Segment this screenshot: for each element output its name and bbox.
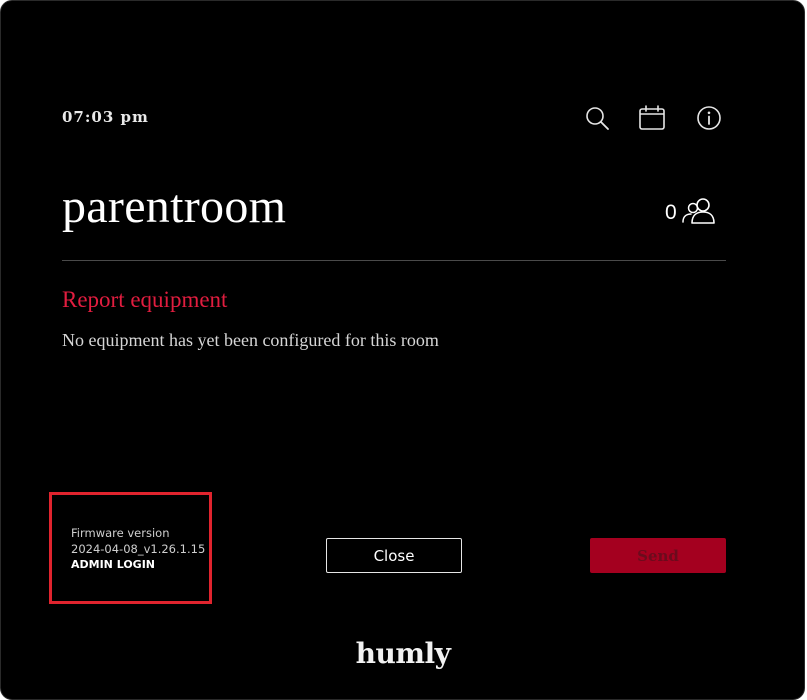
people-icon [681, 196, 717, 231]
occupancy-count: 0 [665, 201, 677, 224]
clock-time: 07:03 pm [62, 108, 149, 126]
room-name: parentroom [62, 180, 287, 233]
divider [62, 260, 726, 261]
admin-login-link[interactable]: ADMIN LOGIN [71, 557, 205, 573]
calendar-icon[interactable] [638, 104, 666, 132]
humly-logo: humly [355, 637, 451, 670]
firmware-version: 2024-04-08_v1.26.1.15 [71, 542, 206, 556]
firmware-label: Firmware version [71, 526, 170, 540]
firmware-info: Firmware version 2024-04-08_v1.26.1.15 A… [71, 525, 205, 573]
occupancy-indicator: 0 [665, 197, 717, 229]
send-button[interactable]: Send [590, 538, 726, 573]
search-icon[interactable] [583, 104, 611, 132]
close-button[interactable]: Close [326, 538, 462, 573]
info-icon[interactable] [695, 104, 723, 132]
room-display-screen: 07:03 pm parentroom 0 Report equipment N… [0, 0, 805, 700]
report-equipment-message: No equipment has yet been configured for… [62, 330, 439, 350]
report-equipment-title: Report equipment [62, 287, 228, 312]
